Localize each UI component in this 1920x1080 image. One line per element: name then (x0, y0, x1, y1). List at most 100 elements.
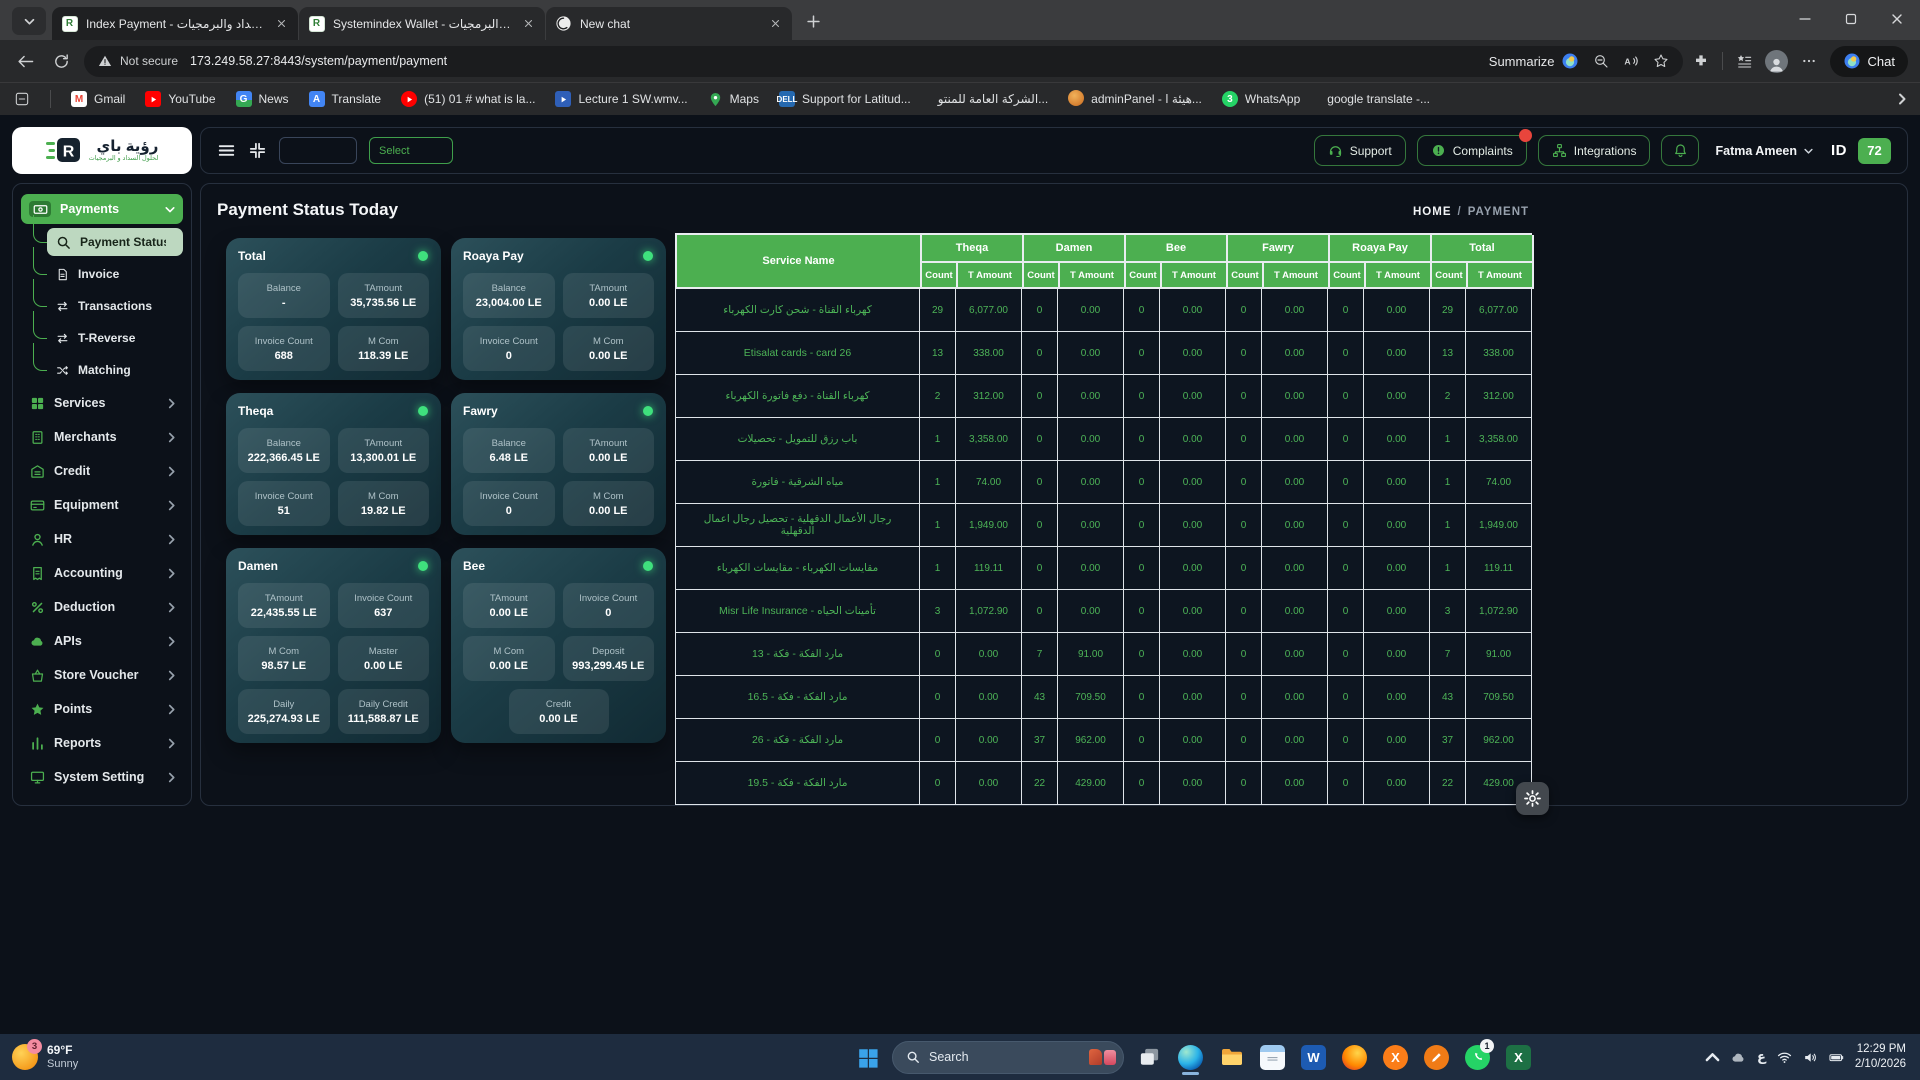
value-cell: 13 (1430, 332, 1466, 375)
chevron-right-icon (168, 738, 175, 749)
sidebar-item[interactable]: Points (21, 694, 183, 724)
user-menu[interactable]: Fatma Ameen (1715, 144, 1813, 158)
bookmark-item[interactable]: DELL Support for Latitud... (779, 91, 911, 108)
complaints-button[interactable]: Complaints (1417, 135, 1527, 166)
profile-avatar[interactable] (1765, 50, 1788, 73)
weather-widget[interactable]: 3 69°F Sunny (0, 1043, 90, 1071)
sidebar-item[interactable]: APIs (21, 626, 183, 656)
sidebar-item[interactable]: HR (21, 524, 183, 554)
volume-icon[interactable] (1803, 1050, 1818, 1065)
security-label[interactable]: Not secure (120, 54, 178, 68)
sidebar-item[interactable]: Matching (47, 356, 183, 384)
sidebar-item[interactable]: Invoice (47, 260, 183, 288)
zoom-out-button[interactable] (1593, 53, 1609, 69)
browser-tab[interactable]: New chat (546, 7, 792, 40)
taskbar-search[interactable]: Search (892, 1041, 1124, 1074)
sidebar-item[interactable]: Services (21, 388, 183, 418)
tray-overflow-button[interactable] (1705, 1050, 1720, 1065)
close-window-button[interactable] (1874, 0, 1920, 38)
taskbar-clock[interactable]: 12:29 PM 2/10/2026 (1855, 1042, 1906, 1072)
copilot-chat-button[interactable]: Chat (1830, 46, 1908, 77)
bookmark-item[interactable]: الشركة العامة للمنتو... (931, 92, 1048, 106)
tab-actions-menu-button[interactable] (12, 7, 46, 35)
new-tab-button[interactable] (798, 6, 828, 36)
card-stat: M Com 98.57 LE (238, 636, 330, 681)
sidebar-item[interactable]: Reports (21, 728, 183, 758)
notifications-button[interactable] (1661, 135, 1699, 166)
maximize-button[interactable] (1828, 0, 1874, 38)
value-cell: 312.00 (956, 375, 1022, 418)
taskbar-app[interactable] (1339, 1037, 1370, 1077)
support-button[interactable]: Support (1314, 135, 1406, 166)
close-icon[interactable] (520, 16, 536, 32)
bookmark-item[interactable]: Lecture 1 SW.wmv... (555, 91, 687, 107)
language-indicator[interactable]: ع (1757, 1049, 1766, 1065)
close-icon[interactable] (767, 16, 783, 32)
sidebar-item[interactable]: Credit (21, 456, 183, 486)
card-name: Theqa (238, 404, 429, 418)
taskbar-app[interactable]: W (1298, 1037, 1329, 1077)
wifi-icon[interactable] (1777, 1050, 1792, 1065)
bookmarks-overflow-button[interactable] (1898, 93, 1906, 105)
taskbar-app[interactable]: X (1503, 1037, 1534, 1077)
topbar-search-input[interactable] (279, 137, 357, 164)
sidebar-item[interactable]: Accounting (21, 558, 183, 588)
sidebar-item[interactable]: Transactions (47, 292, 183, 320)
taskbar-app[interactable]: 1 (1462, 1037, 1493, 1077)
sidebar-item[interactable]: System Setting (21, 762, 183, 792)
value-cell: 0.00 (1058, 418, 1124, 461)
stat-label: TAmount (265, 593, 303, 604)
battery-icon[interactable] (1829, 1050, 1844, 1065)
read-aloud-button[interactable]: A (1623, 53, 1639, 69)
onedrive-icon[interactable] (1731, 1050, 1746, 1065)
taskbar-app[interactable]: X (1380, 1037, 1411, 1077)
browser-tab[interactable]: R Index Payment - السداد والبرمجيات (52, 7, 298, 40)
taskbar-app[interactable] (1257, 1037, 1288, 1077)
minimize-button[interactable] (1782, 0, 1828, 38)
refresh-button[interactable] (48, 48, 74, 74)
taskbar-app[interactable] (1175, 1037, 1206, 1077)
value-cell: 0 (1226, 547, 1262, 590)
topbar-select[interactable]: Select (369, 137, 453, 164)
favorite-star-button[interactable] (1653, 53, 1669, 69)
value-cell: 0 (1124, 676, 1160, 719)
url-field[interactable]: Not secure 173.249.58.27:8443/system/pay… (84, 46, 1683, 77)
bookmark-label: News (259, 92, 289, 106)
summarize-button[interactable]: Summarize (1489, 52, 1579, 70)
sidebar-item[interactable]: Equipment (21, 490, 183, 520)
sidebar-item[interactable]: Payment Status (47, 228, 183, 256)
bookmark-item[interactable]: Maps (708, 92, 759, 107)
url-text[interactable]: 173.249.58.27:8443/system/payment/paymen… (190, 54, 447, 68)
app-logo[interactable]: R رؤية باي لحلول السداد و البرمجيات (12, 127, 192, 174)
bookmark-item[interactable]: A Translate (309, 91, 382, 108)
close-icon[interactable] (273, 16, 289, 32)
value-cell: 0 (1022, 547, 1058, 590)
favorites-bar-button[interactable] (1736, 53, 1752, 69)
browser-tab[interactable]: R Systemindex Wallet - السداد والبرمجيات (299, 7, 545, 40)
taskbar-app[interactable] (1216, 1037, 1247, 1077)
bookmark-item[interactable]: G News (236, 91, 289, 108)
card-stat: Invoice Count 0 (463, 481, 555, 526)
settings-fab[interactable] (1516, 782, 1549, 815)
compress-view-button[interactable] (248, 141, 267, 160)
sidebar-item[interactable]: Merchants (21, 422, 183, 452)
sidebar-item[interactable]: Deduction (21, 592, 183, 622)
extensions-button[interactable] (1693, 53, 1709, 69)
sidebar-item[interactable]: Store Voucher (21, 660, 183, 690)
bookmark-item[interactable]: YouTube (145, 91, 215, 107)
integrations-button[interactable]: Integrations (1538, 135, 1651, 166)
breadcrumb-home[interactable]: HOME (1413, 206, 1452, 218)
taskbar-app[interactable] (1421, 1037, 1452, 1077)
bookmark-item[interactable]: M Gmail (71, 91, 125, 108)
taskbar-app[interactable] (1134, 1037, 1165, 1077)
back-button[interactable] (12, 48, 38, 74)
bookmark-item[interactable]: adminPanel - هيئة ا... (1068, 90, 1202, 109)
bookmark-item[interactable]: (51) 01 # what is la... (401, 91, 535, 107)
reading-list-button[interactable] (14, 91, 30, 107)
browser-menu-button[interactable] (1801, 53, 1817, 69)
sidebar-toggle-button[interactable] (217, 141, 236, 160)
bookmark-item[interactable]: google translate -... (1320, 92, 1430, 106)
sidebar-item[interactable]: T-Reverse (47, 324, 183, 352)
bookmark-item[interactable]: 3 WhatsApp (1222, 91, 1300, 108)
start-button[interactable] (852, 1037, 882, 1077)
